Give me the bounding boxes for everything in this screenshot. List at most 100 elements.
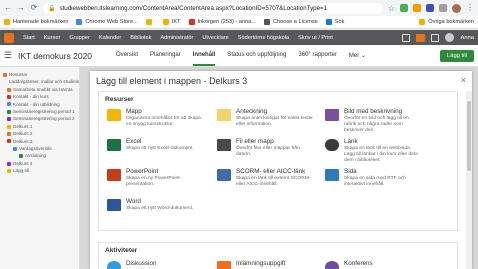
bookmark-item[interactable]: Inkorgen (253) - anna...	[188, 19, 256, 25]
bookmark-item[interactable]: Chrome Web Store...	[76, 19, 138, 25]
tree-node-icon	[7, 168, 11, 173]
tree-item-label: Vardagsöversikt	[19, 146, 52, 152]
fil-eller-mapp-option[interactable]: Fil eller mapp Överför filer eller mappar…	[217, 138, 314, 158]
nav-item-kurser[interactable]: Kurser	[44, 35, 60, 41]
tree-item-label: Lägg till	[13, 168, 29, 174]
tree-item[interactable]: Ladda/gränser, mallar och studieinformat…	[3, 78, 79, 85]
tab-360-rapporter[interactable]: 360° rapporter	[298, 45, 336, 66]
mapp-option[interactable]: Mapp Organisera innehållet för att skapa …	[107, 108, 204, 128]
avatar[interactable]	[445, 33, 455, 42]
option-title: Konferens	[344, 260, 373, 267]
excel-option[interactable]: Excel Skapa ett nytt Excel-dokument.	[107, 138, 204, 152]
bookmark-item[interactable]: Choose a License	[263, 19, 318, 25]
search-icon	[325, 19, 332, 25]
diskussion-option[interactable]: Diskussion	[107, 260, 204, 269]
nav-item-kalender[interactable]: Kalender	[99, 35, 121, 41]
tab-innehall[interactable]: Innehåll	[192, 45, 216, 66]
conference-icon	[325, 261, 339, 269]
extension-icon[interactable]	[400, 4, 408, 12]
tree-node-icon	[7, 139, 11, 144]
tree-item[interactable]: Samarbeta snabbt via Hämta	[3, 86, 76, 93]
option-title: Bild med beskrivning	[344, 108, 403, 115]
tab-status[interactable]: Status och uppföljning	[227, 45, 286, 66]
tree-root[interactable]: Resurser	[3, 71, 76, 78]
tree-item[interactable]: Kontakt - din kurs	[3, 93, 76, 100]
tree-item[interactable]: Delkurs 1	[3, 123, 76, 130]
nav-item-hogskola[interactable]: Södertörns högskola	[238, 35, 289, 41]
word-option[interactable]: Word Skapa ett nytt Word-dokument.	[107, 198, 204, 212]
notifications-icon[interactable]	[416, 33, 426, 42]
tab-planeringar[interactable]: Planeringar	[150, 45, 181, 66]
bookmark-item[interactable]: Sök	[325, 19, 344, 25]
scrollbar-thumb[interactable]	[467, 101, 471, 171]
nav-item-start[interactable]: Start	[23, 35, 35, 41]
nav-item-administrator[interactable]: Administratör	[160, 35, 193, 41]
lock-icon: 🔒	[48, 5, 56, 12]
option-title: SCORM- eller AICC-länk	[236, 168, 306, 175]
itslearning-logo[interactable]	[4, 32, 14, 43]
sida-option[interactable]: Sida Skapa en sida med RTF och interaktiv…	[325, 168, 422, 188]
tree-item-label: Samarbeta snabbt via Hämta	[13, 86, 73, 92]
resources-section: Resurser Mapp Organisera innehållet för a…	[98, 91, 458, 231]
tree-node-icon	[7, 117, 11, 122]
tab-mer[interactable]: Mer ⌄	[349, 45, 366, 66]
activities-section: Aktiviteter Diskussion Inlämningsuppgift K…	[98, 242, 458, 269]
tree-node-icon	[7, 109, 11, 114]
reload-icon[interactable]: ⟳	[30, 4, 38, 12]
menu-icon[interactable]: ⋮	[466, 4, 474, 12]
star-icon[interactable]: ☆	[388, 4, 395, 13]
inlämningsuppgift-option[interactable]: Inlämningsuppgift	[217, 260, 314, 269]
tree-item[interactable]: Delkurs 3	[3, 138, 76, 145]
tree-item[interactable]: Delkurs 4	[3, 160, 76, 167]
scrollbar[interactable]	[466, 91, 472, 269]
dialog-title: Lägg till element i mappen - Delkurs 3	[96, 76, 248, 86]
anteckning-option[interactable]: Anteckning Skapa anteckningar för enkla t…	[217, 108, 314, 128]
back-icon[interactable]: ←	[4, 4, 12, 12]
option-description: Organisera innehållet för att skapa en s…	[126, 116, 201, 127]
profile-avatar[interactable]	[452, 3, 461, 13]
bild-med-beskrivning-option[interactable]: Bild med beskrivning Överför en bild och …	[325, 108, 422, 134]
tree-node-icon	[7, 102, 11, 107]
bookmark-item[interactable]: Hanterade bokmärken	[4, 19, 68, 25]
länk-option[interactable]: Länk Skapa en länk till en webbsida. Lägg…	[325, 138, 422, 164]
tab-oversikt[interactable]: Översikt	[116, 45, 138, 66]
bookmarks-bar: Hanterade bokmärken Chrome Web Store... …	[0, 16, 478, 29]
nav-item-print[interactable]: Skriv ut / Print	[298, 35, 333, 41]
apps-icon[interactable]	[431, 33, 440, 42]
section-heading: Aktiviteter	[105, 247, 138, 254]
powerpoint-option[interactable]: PowerPoint Skapa en ny PowerPoint-present…	[107, 168, 204, 188]
forward-icon[interactable]: →	[17, 4, 25, 12]
chevron-down-icon: ⌄	[360, 53, 366, 59]
nav-item-utvecklare[interactable]: Utvecklare	[202, 35, 228, 41]
messages-icon[interactable]	[402, 33, 411, 42]
tree-item[interactable]: Seminarieregistrering period 2	[3, 115, 76, 122]
menu-toggle-icon[interactable]: ☰	[4, 50, 14, 61]
tree-item[interactable]: Avslutning	[3, 152, 76, 159]
nav-item-bibliotek[interactable]: Bibliotek	[130, 35, 151, 41]
tree-item-label: Kontakt - din kurs	[13, 94, 49, 100]
tree-item[interactable]: Vardagsöversikt	[3, 145, 76, 152]
close-icon[interactable]: ×	[461, 75, 466, 85]
tree-node-icon	[19, 154, 23, 159]
username[interactable]: Anna	[460, 35, 474, 41]
tree-item[interactable]: Seminarieregistrering period 1	[3, 108, 76, 115]
add-button[interactable]: Lägg till	[440, 49, 474, 62]
tree-item-label: Seminarieregistrering period 2	[13, 116, 75, 122]
other-bookmarks[interactable]: Övriga bokmärken	[419, 19, 474, 25]
bookmark-item[interactable]	[145, 19, 155, 25]
tree-item-label: Delkurs 1	[13, 123, 33, 129]
tree-item-label: Delkurs 3	[13, 138, 33, 144]
extension-icon[interactable]	[439, 4, 447, 12]
tree-item[interactable]: Kontakt - din utbildning	[3, 101, 76, 108]
konferens-option[interactable]: Konferens	[325, 260, 422, 269]
address-bar[interactable]: 🔒 studiewebben.itslearning.com/ContentAr…	[43, 2, 383, 14]
tree-item[interactable]: Delkurs 2	[3, 130, 76, 137]
nav-item-grupper[interactable]: Grupper	[69, 35, 90, 41]
bookmark-item[interactable]: IKT	[162, 19, 181, 25]
tree-item[interactable]: Lägg till	[3, 167, 76, 174]
extension-icon[interactable]	[413, 4, 421, 12]
extension-icon[interactable]	[426, 4, 434, 12]
scorm-icon	[217, 169, 231, 181]
resource-tree: Resurser Ladda/gränser, mallar och studi…	[0, 67, 80, 269]
scorm-eller-aicc-länk-option[interactable]: SCORM- eller AICC-länk Skapa en länk till…	[217, 168, 314, 188]
